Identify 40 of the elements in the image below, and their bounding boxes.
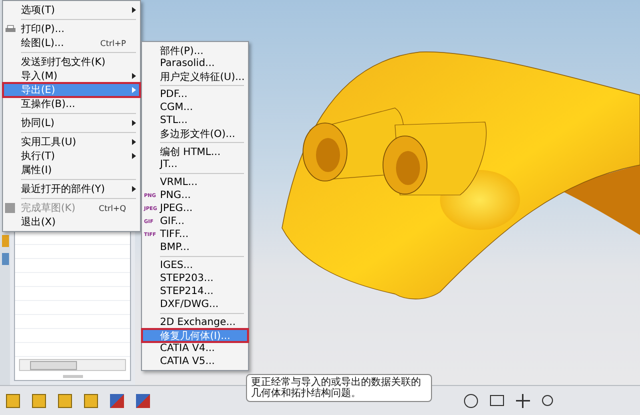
menu-item[interactable]: 互操作(B)...: [3, 97, 140, 111]
menu-item[interactable]: 多边形文件(O)...: [142, 127, 248, 140]
rectangle-icon[interactable]: [490, 395, 504, 406]
menu-item[interactable]: 2D Exchange...: [142, 316, 248, 329]
menu-item[interactable]: 绘图(L)... Ctrl+P: [3, 36, 140, 50]
menu-item[interactable]: 实用工具(U): [3, 135, 140, 149]
menu-item[interactable]: 选项(T): [3, 3, 140, 17]
menu-item[interactable]: PDF...: [142, 88, 248, 101]
menu-item[interactable]: 编创 HTML...: [142, 145, 248, 158]
shape-icon[interactable]: [110, 394, 124, 408]
menu-item[interactable]: 最近打开的部件(Y): [3, 182, 140, 196]
menu-item[interactable]: 打印(P)...: [3, 22, 140, 36]
menu-item[interactable]: 执行(T): [3, 149, 140, 163]
menu-item[interactable]: DXF/DWG...: [142, 298, 248, 311]
horizontal-scrollbar[interactable]: [19, 359, 126, 371]
circle-icon[interactable]: [464, 394, 478, 408]
menu-item[interactable]: 退出(X): [3, 215, 140, 229]
resize-handle[interactable]: [62, 375, 82, 378]
menu-item[interactable]: BMP...: [142, 241, 248, 254]
menu-item[interactable]: 发送到打包文件(K): [3, 55, 140, 69]
menu-item[interactable]: 属性(I): [3, 163, 140, 177]
menu-item[interactable]: STEP203...: [142, 272, 248, 285]
menu-item[interactable]: STL...: [142, 114, 248, 127]
menu-item[interactable]: 部件(P)...: [142, 44, 248, 57]
menu-item[interactable]: Parasolid...: [142, 57, 248, 70]
menu-item[interactable]: 协同(L): [3, 116, 140, 130]
tooltip: 更正经常与导入的或导出的数据关联的几何体和拓扑结构问题。: [246, 374, 432, 402]
navigator-list[interactable]: [14, 230, 131, 381]
menu-item[interactable]: STEP214...: [142, 285, 248, 298]
circle-icon[interactable]: [542, 395, 553, 406]
square-icon: [5, 203, 15, 213]
printer-icon: [5, 24, 16, 34]
shape-icon[interactable]: [136, 394, 150, 408]
menu-item[interactable]: VRML...: [142, 176, 248, 189]
menu-item[interactable]: CGM...: [142, 101, 248, 114]
menu-item[interactable]: IGES...: [142, 259, 248, 272]
menu-item[interactable]: JT...: [142, 158, 248, 171]
menu-item[interactable]: CATIA V5...: [142, 355, 248, 368]
menu-item[interactable]: CATIA V4...: [142, 342, 248, 355]
menu-item[interactable]: 用户定义特征(U)...: [142, 70, 248, 83]
